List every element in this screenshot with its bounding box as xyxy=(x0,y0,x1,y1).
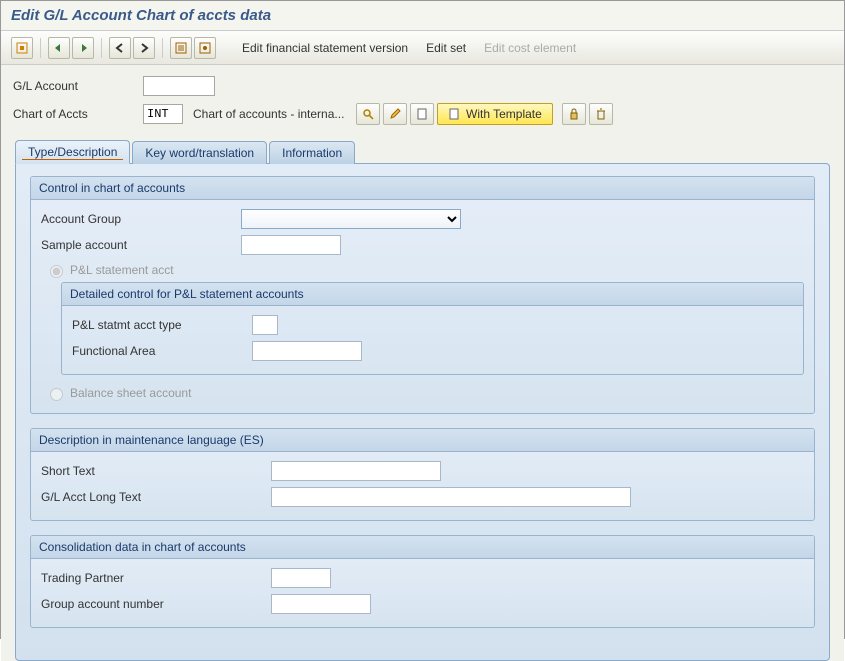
radio-pl-statement-label: P&L statement acct xyxy=(70,263,174,277)
trading-partner-row: Trading Partner xyxy=(41,565,804,591)
pl-type-label: P&L statmt acct type xyxy=(72,318,252,332)
subgroup-pl-detail: Detailed control for P&L statement accou… xyxy=(61,282,804,375)
functional-area-input[interactable] xyxy=(252,341,362,361)
group-control-title: Control in chart of accounts xyxy=(31,177,814,200)
with-template-label: With Template xyxy=(466,107,542,121)
chart-of-accts-input[interactable] xyxy=(143,104,183,124)
subgroup-pl-title: Detailed control for P&L statement accou… xyxy=(62,283,803,306)
lock-icon[interactable] xyxy=(562,103,586,125)
create-icon[interactable] xyxy=(410,103,434,125)
chart-of-accts-description: Chart of accounts - interna... xyxy=(193,107,353,121)
chart-of-accts-label: Chart of Accts xyxy=(13,107,143,121)
separator xyxy=(101,38,102,58)
next-record-icon[interactable] xyxy=(133,37,155,59)
delete-icon[interactable] xyxy=(589,103,613,125)
trading-partner-label: Trading Partner xyxy=(41,571,271,585)
display-log-icon[interactable] xyxy=(170,37,192,59)
active-tab-indicator xyxy=(22,159,123,160)
group-account-row: Group account number xyxy=(41,591,804,617)
radio-balance-sheet-label: Balance sheet account xyxy=(70,386,191,400)
pl-type-input[interactable] xyxy=(252,315,278,335)
short-text-input[interactable] xyxy=(271,461,441,481)
chart-of-accts-row: Chart of Accts Chart of accounts - inter… xyxy=(13,103,832,125)
gl-account-input[interactable] xyxy=(143,76,215,96)
app-window: Edit G/L Account Chart of accts data Edi… xyxy=(0,0,845,639)
long-text-label: G/L Acct Long Text xyxy=(41,490,271,504)
tabs-area: Type/Description Key word/translation In… xyxy=(1,137,844,661)
group-description: Description in maintenance language (ES)… xyxy=(30,428,815,521)
other-object-icon[interactable] xyxy=(11,37,33,59)
functional-area-row: Functional Area xyxy=(72,338,793,364)
where-used-icon[interactable] xyxy=(194,37,216,59)
group-consolidation: Consolidation data in chart of accounts … xyxy=(30,535,815,628)
radio-pl-statement-input xyxy=(50,265,63,278)
sample-account-label: Sample account xyxy=(41,238,241,252)
tab-keyword-translation[interactable]: Key word/translation xyxy=(132,141,267,164)
long-text-row: G/L Acct Long Text xyxy=(41,484,804,510)
app-toolbar: Edit financial statement version Edit se… xyxy=(1,31,844,65)
edit-set-button[interactable]: Edit set xyxy=(418,38,474,58)
account-group-label: Account Group xyxy=(41,212,241,226)
radio-balance-sheet: Balance sheet account xyxy=(45,385,804,401)
separator xyxy=(40,38,41,58)
edit-cost-element-button: Edit cost element xyxy=(476,38,584,58)
tab-type-description[interactable]: Type/Description xyxy=(15,140,130,164)
sample-account-input[interactable] xyxy=(241,235,341,255)
previous-screen-icon[interactable] xyxy=(48,37,70,59)
tab-strip: Type/Description Key word/translation In… xyxy=(15,138,830,164)
radio-balance-sheet-input xyxy=(50,388,63,401)
group-description-title: Description in maintenance language (ES) xyxy=(31,429,814,452)
display-icon[interactable] xyxy=(356,103,380,125)
document-icon xyxy=(448,108,460,120)
trading-partner-input[interactable] xyxy=(271,568,331,588)
pl-type-row: P&L statmt acct type xyxy=(72,312,793,338)
change-icon[interactable] xyxy=(383,103,407,125)
account-group-row: Account Group xyxy=(41,206,804,232)
prev-record-icon[interactable] xyxy=(109,37,131,59)
edit-financial-statement-button[interactable]: Edit financial statement version xyxy=(234,38,416,58)
group-account-label: Group account number xyxy=(41,597,271,611)
account-group-select[interactable] xyxy=(241,209,461,229)
group-control-in-chart: Control in chart of accounts Account Gro… xyxy=(30,176,815,414)
tab-type-description-label: Type/Description xyxy=(28,145,117,159)
header-area: G/L Account Chart of Accts Chart of acco… xyxy=(1,65,844,137)
radio-pl-statement: P&L statement acct xyxy=(45,262,804,278)
long-text-input[interactable] xyxy=(271,487,631,507)
sample-account-row: Sample account xyxy=(41,232,804,258)
group-account-input[interactable] xyxy=(271,594,371,614)
functional-area-label: Functional Area xyxy=(72,344,252,358)
short-text-label: Short Text xyxy=(41,464,271,478)
short-text-row: Short Text xyxy=(41,458,804,484)
gl-account-label: G/L Account xyxy=(13,79,143,93)
with-template-button[interactable]: With Template xyxy=(437,103,553,125)
tab-information[interactable]: Information xyxy=(269,141,355,164)
separator xyxy=(162,38,163,58)
page-title: Edit G/L Account Chart of accts data xyxy=(1,1,844,31)
tab-panel-type-description: Control in chart of accounts Account Gro… xyxy=(15,163,830,661)
gl-account-row: G/L Account xyxy=(13,75,832,97)
next-screen-icon[interactable] xyxy=(72,37,94,59)
group-consolidation-title: Consolidation data in chart of accounts xyxy=(31,536,814,559)
